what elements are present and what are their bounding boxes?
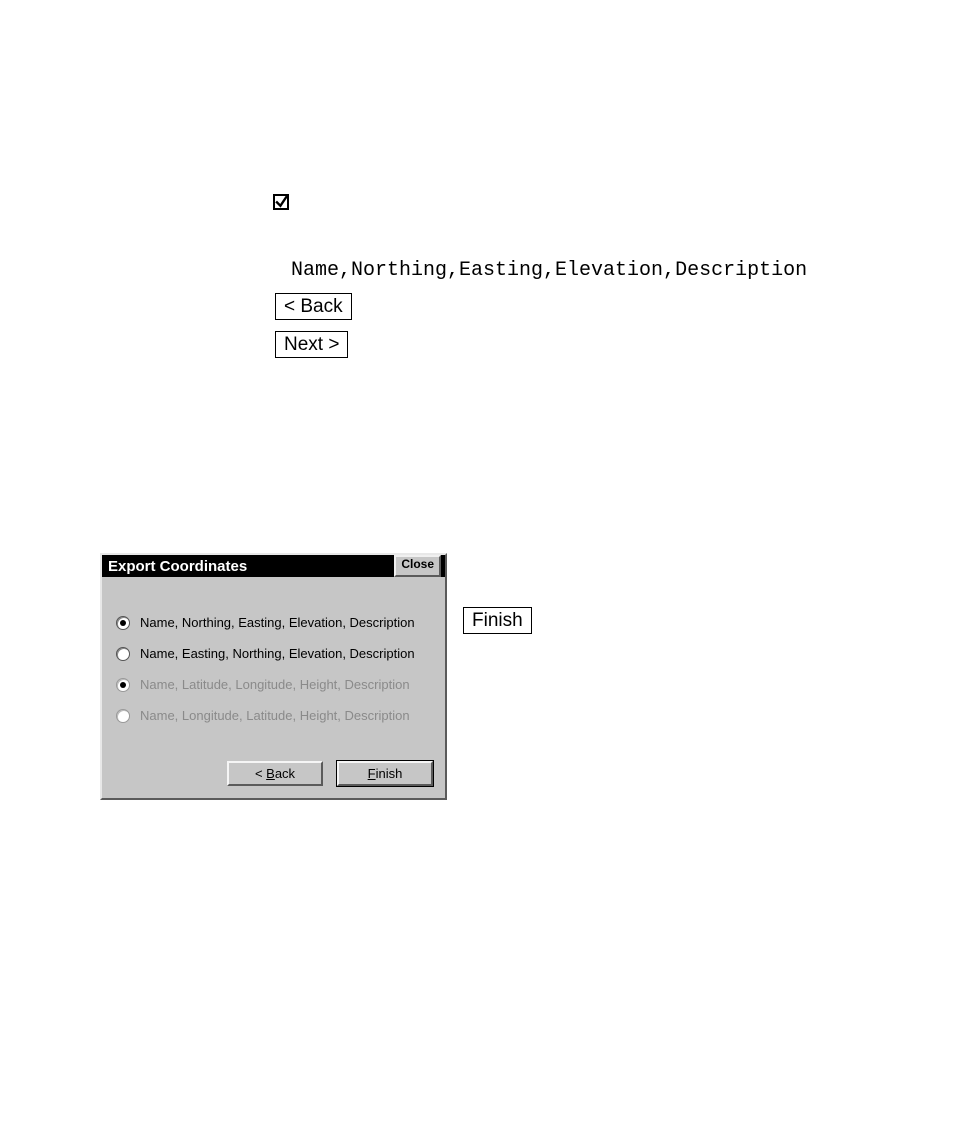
option-label: Name, Easting, Northing, Elevation, Desc… — [140, 646, 415, 661]
finish-button[interactable]: Finish — [463, 607, 532, 634]
header-sample-text: Name,Northing,Easting,Elevation,Descript… — [291, 259, 807, 282]
dialog-back-button[interactable]: < Back — [227, 761, 323, 786]
dialog-finish-button[interactable]: Finish — [337, 761, 433, 786]
close-button[interactable]: Close — [394, 555, 441, 577]
next-button[interactable]: Next > — [275, 331, 348, 358]
column-order-option[interactable]: Name, Northing, Easting, Elevation, Desc… — [116, 615, 431, 630]
back-button[interactable]: < Back — [275, 293, 352, 320]
export-coordinates-dialog: Export Coordinates Close Name, Northing,… — [100, 553, 447, 800]
radio-icon — [116, 616, 130, 630]
radio-icon — [116, 647, 130, 661]
dialog-footer: < Back Finish — [102, 751, 445, 798]
dialog-body: Name, Northing, Easting, Elevation, Desc… — [102, 577, 445, 751]
column-order-option[interactable]: Name, Easting, Northing, Elevation, Desc… — [116, 646, 431, 661]
radio-icon — [116, 678, 130, 692]
check-icon — [274, 194, 289, 209]
dialog-title: Export Coordinates — [108, 558, 247, 575]
document-page: Name,Northing,Easting,Elevation,Descript… — [0, 0, 954, 1146]
column-order-option: Name, Latitude, Longitude, Height, Descr… — [116, 677, 431, 692]
radio-icon — [116, 709, 130, 723]
option-label: Name, Northing, Easting, Elevation, Desc… — [140, 615, 415, 630]
dialog-titlebar: Export Coordinates Close — [102, 555, 445, 577]
column-order-option: Name, Longitude, Latitude, Height, Descr… — [116, 708, 431, 723]
option-label: Name, Longitude, Latitude, Height, Descr… — [140, 708, 410, 723]
header-row-checkbox — [273, 194, 289, 210]
option-label: Name, Latitude, Longitude, Height, Descr… — [140, 677, 410, 692]
